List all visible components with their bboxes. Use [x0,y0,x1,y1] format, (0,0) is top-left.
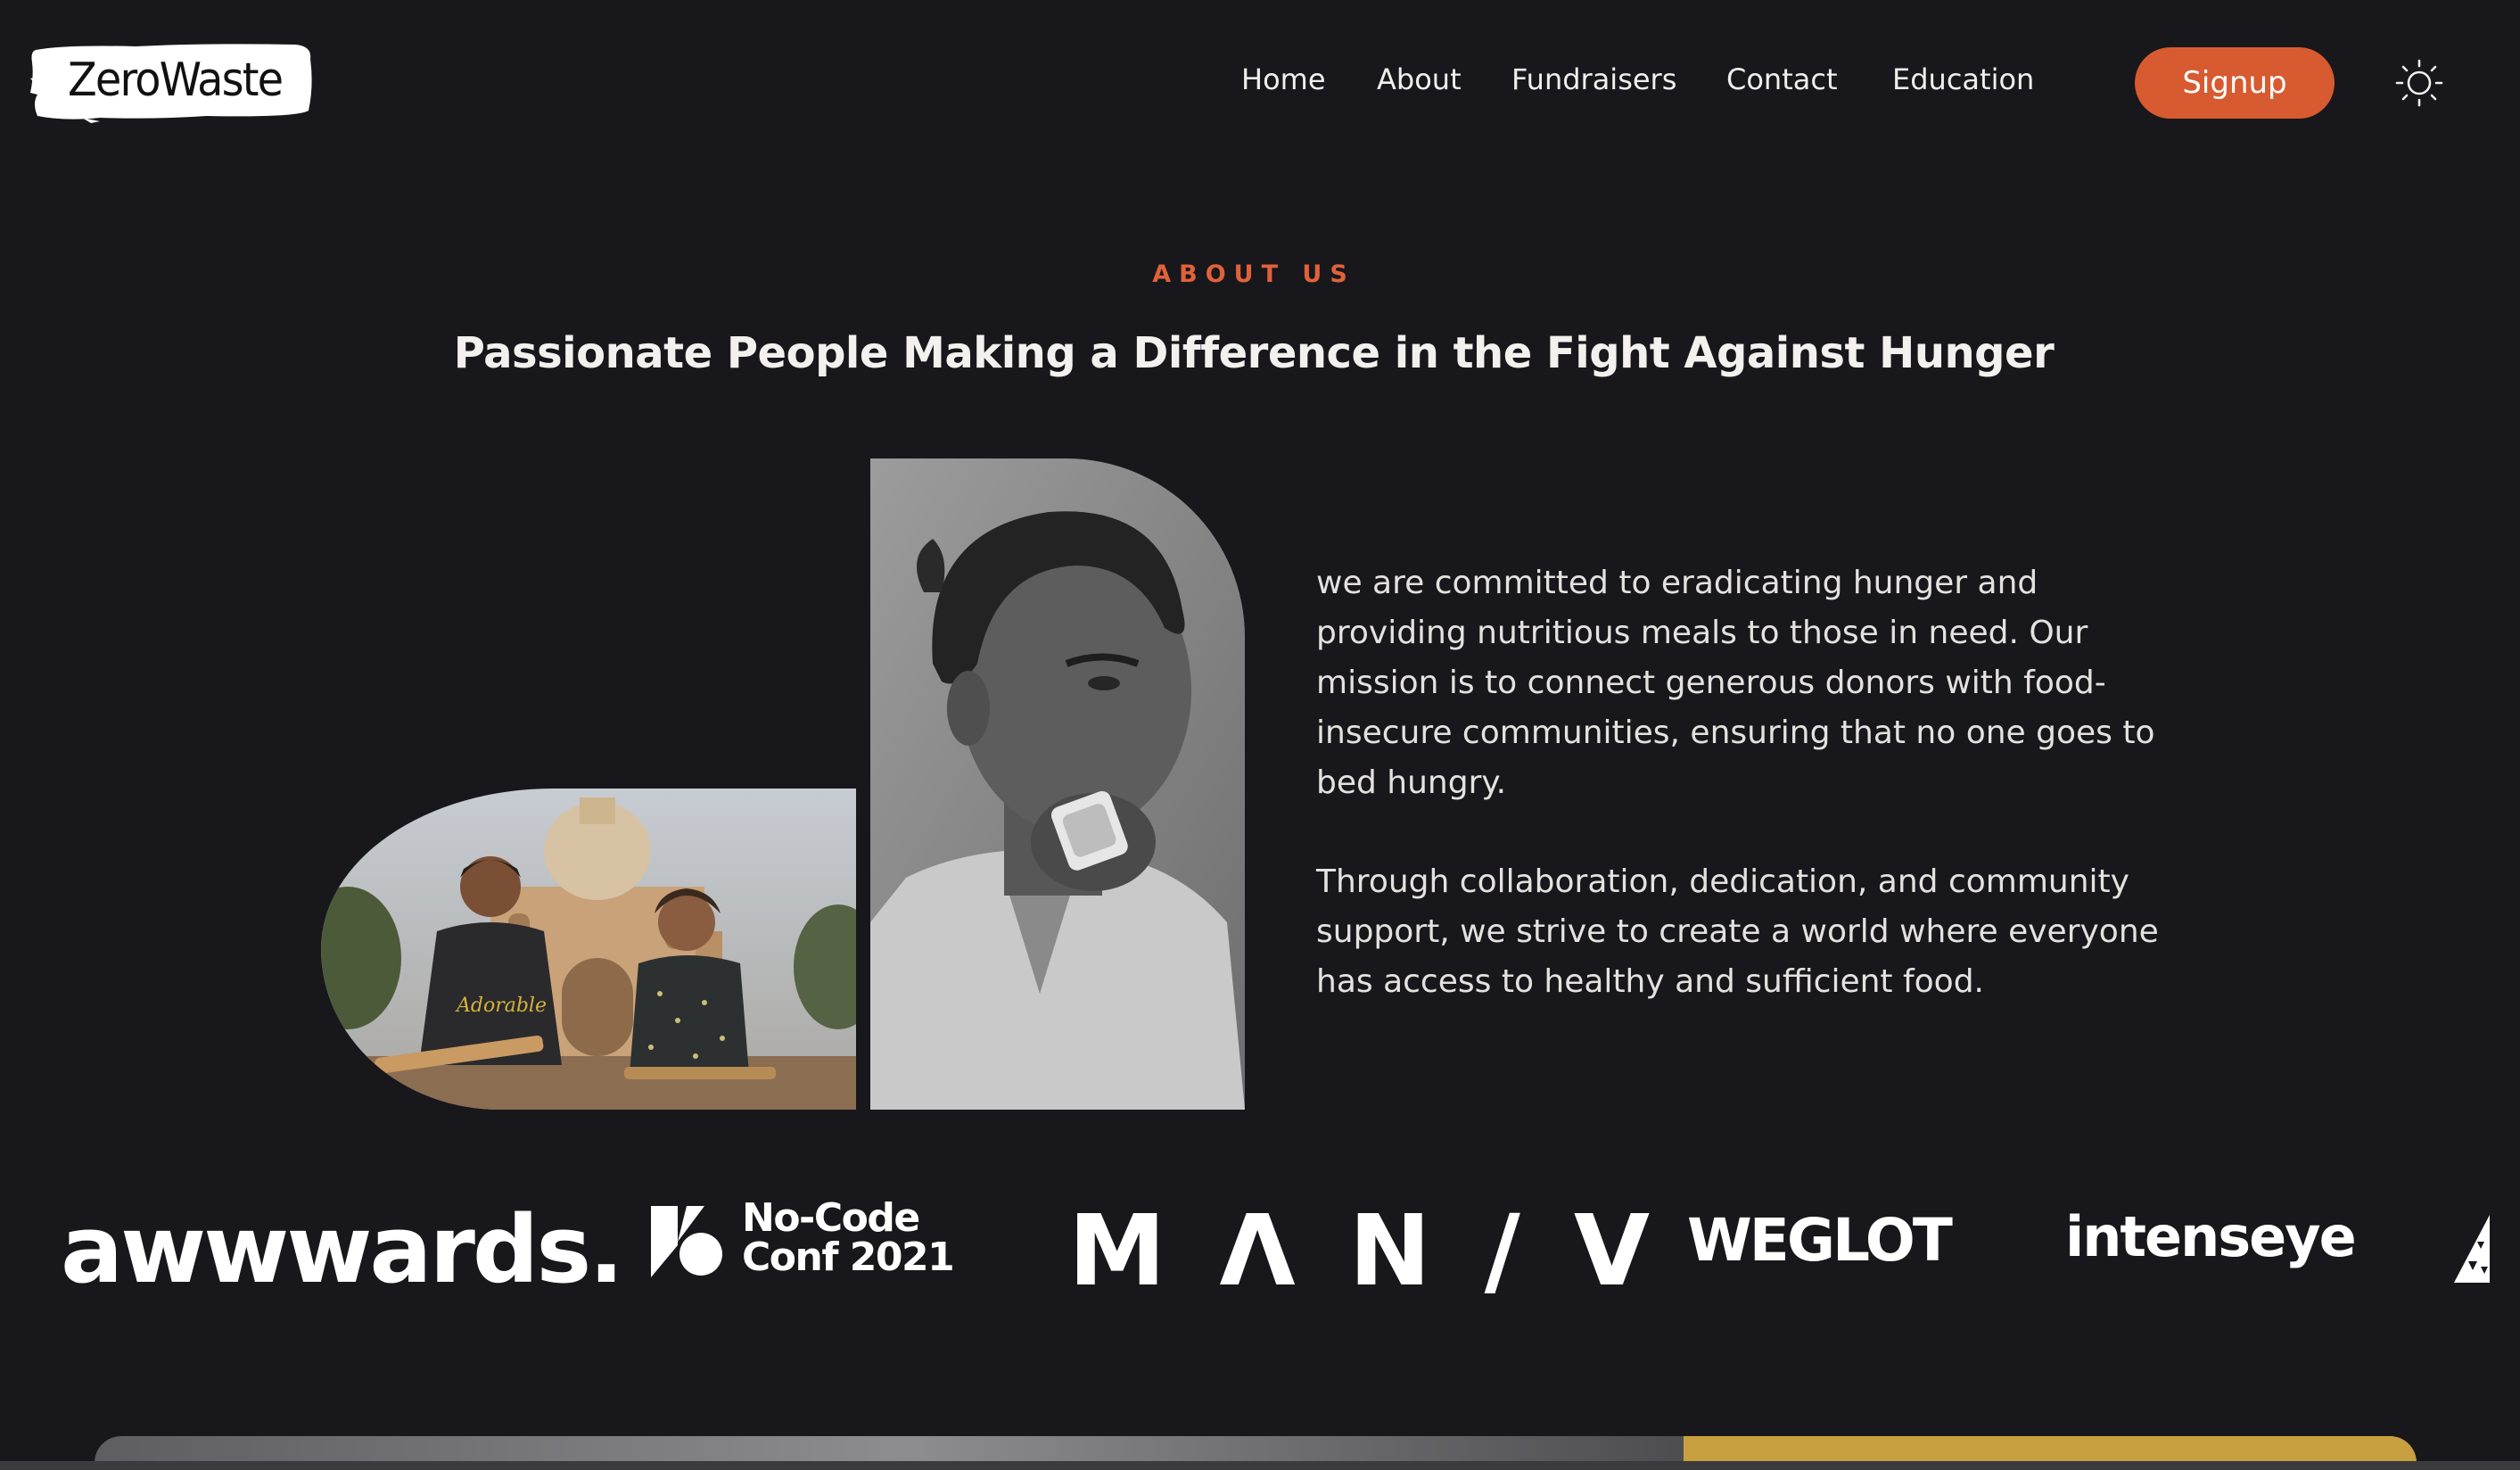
nocode-conf-logo: No-Code Conf 2021 [651,1199,955,1288]
nav-contact[interactable]: Contact [1726,62,1838,96]
signup-button[interactable]: Signup [2135,47,2335,119]
logo-text: ZeroWaste [68,54,284,107]
viewport-bottom-edge [0,1461,2520,1470]
nav-home[interactable]: Home [1241,62,1326,96]
sun-icon[interactable] [2395,59,2443,107]
about-paragraph-2: Through collaboration, dedication, and c… [1316,863,2159,1000]
elderly-man-photo [870,458,1245,1110]
nav-about[interactable]: About [1377,62,1462,96]
intenseye-logo: intenseye [2065,1204,2357,1269]
page: ZeroWaste Home About Fundraisers Contact… [0,0,2520,1470]
partial-logo-icon [2454,1215,2490,1283]
nav-education[interactable]: Education [1892,62,2034,96]
children-photo: Adorable [321,789,856,1110]
svg-text:Adorable: Adorable [455,995,547,1017]
section-eyebrow: ABOUT US [1152,260,1355,288]
manv-logo: MΛN/V [1068,1193,1703,1308]
awwwards-logo: awwwards. [61,1195,624,1304]
section-headline: Passionate People Making a Difference in… [453,328,2055,378]
nocode-mark-icon [651,1206,722,1277]
about-paragraph-1: we are committed to eradicating hunger a… [1316,565,2155,801]
nocode-line-2: Conf 2021 [742,1235,955,1280]
partner-logos: awwwards. No-Code Conf 2021 MΛN/V WEGLOT… [0,1177,2520,1308]
nav-fundraisers[interactable]: Fundraisers [1511,62,1676,96]
weglot-logo: WEGLOT [1687,1206,1953,1275]
nocode-line-1: No-Code [742,1195,920,1241]
zerowaste-logo[interactable]: ZeroWaste [29,41,316,123]
